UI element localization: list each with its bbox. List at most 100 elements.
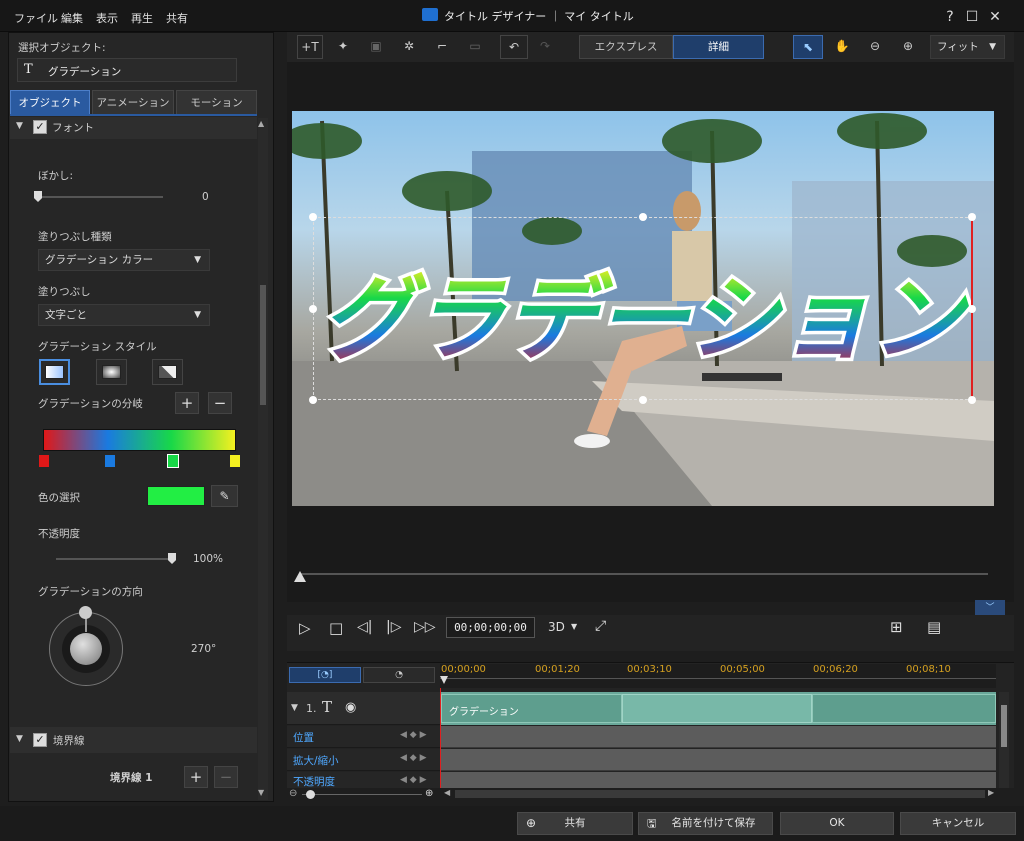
- remove-stop-button[interactable]: −: [208, 392, 232, 414]
- scrub-track[interactable]: [300, 573, 988, 575]
- gradient-stop-red[interactable]: [39, 455, 49, 467]
- resize-handle[interactable]: [639, 213, 647, 221]
- fill-type-select[interactable]: グラデーション カラー ▼: [38, 249, 210, 271]
- resize-handle[interactable]: [968, 305, 976, 313]
- timecode-display[interactable]: 00;00;00;00: [446, 617, 535, 638]
- property-track[interactable]: [441, 726, 996, 748]
- resize-handle[interactable]: [309, 396, 317, 404]
- gradient-style-diagonal-button[interactable]: [152, 359, 183, 385]
- fill-select[interactable]: 文字ごと ▼: [38, 304, 210, 326]
- scroll-right-icon[interactable]: ▶: [988, 788, 994, 797]
- add-border-button[interactable]: +: [184, 766, 208, 788]
- gradient-bar[interactable]: [43, 429, 236, 451]
- next-frame-icon[interactable]: |▷: [386, 619, 401, 635]
- property-opacity-label[interactable]: 不透明度: [293, 774, 335, 789]
- keyframe-nav-icon[interactable]: ◀ ◆ ▶: [400, 730, 427, 740]
- menu-file[interactable]: ファイル: [14, 10, 58, 26]
- selection-box[interactable]: [313, 217, 973, 400]
- clock-icon[interactable]: ◔: [363, 667, 435, 683]
- play-icon[interactable]: ▷: [299, 619, 311, 637]
- resize-handle[interactable]: [309, 213, 317, 221]
- crop-icon[interactable]: ⌐: [429, 35, 455, 59]
- font-section-header[interactable]: [10, 117, 257, 139]
- property-track[interactable]: [441, 772, 996, 788]
- share-button[interactable]: ⊕ 共有: [517, 812, 633, 835]
- property-position-label[interactable]: 位置: [293, 730, 314, 745]
- resize-handle[interactable]: [968, 396, 976, 404]
- undo-icon[interactable]: ↶: [500, 35, 528, 59]
- chevron-down-icon[interactable]: ▼: [571, 622, 577, 631]
- tab-animation[interactable]: アニメーション: [92, 90, 174, 114]
- scroll-thumb[interactable]: [260, 285, 266, 405]
- timeline-hscroll[interactable]: [455, 790, 985, 798]
- safe-zone-icon[interactable]: ⊞: [890, 618, 903, 636]
- direction-dial-knob[interactable]: [70, 633, 102, 665]
- keyframe-nav-icon[interactable]: ◀ ◆ ▶: [400, 775, 427, 785]
- add-stop-button[interactable]: +: [175, 392, 199, 414]
- expand-icon[interactable]: ﹀: [975, 600, 1005, 616]
- add-image-icon[interactable]: ▣: [363, 35, 389, 59]
- zoom-in-icon[interactable]: ⊕: [894, 35, 922, 59]
- scroll-left-icon[interactable]: ◀: [444, 788, 450, 797]
- color-swatch[interactable]: [147, 486, 205, 506]
- resize-handle[interactable]: [968, 213, 976, 221]
- resize-handle[interactable]: [309, 305, 317, 313]
- clip-segment[interactable]: [812, 694, 996, 723]
- gradient-stop-blue[interactable]: [105, 455, 115, 467]
- gradient-style-radial-button[interactable]: [96, 359, 127, 385]
- tab-object[interactable]: オブジェクト: [10, 90, 90, 114]
- menu-view[interactable]: 表示: [96, 10, 118, 26]
- scroll-up-icon[interactable]: ▲: [258, 119, 264, 128]
- gradient-stop-green[interactable]: [167, 454, 179, 468]
- collapse-icon[interactable]: ▼: [16, 121, 23, 131]
- blur-slider-track[interactable]: [38, 196, 163, 198]
- keyframe-nav-icon[interactable]: ◀ ◆ ▶: [400, 753, 427, 763]
- stop-icon[interactable]: □: [329, 619, 343, 637]
- property-scale-label[interactable]: 拡大/縮小: [293, 753, 339, 768]
- cancel-button[interactable]: キャンセル: [900, 812, 1016, 835]
- 3d-mode-label[interactable]: 3D: [548, 620, 565, 634]
- prev-frame-icon[interactable]: ◁|: [357, 619, 372, 635]
- zoom-out-icon[interactable]: ⊖: [861, 35, 889, 59]
- remove-border-button[interactable]: −: [214, 766, 238, 788]
- timeline-vscroll-thumb[interactable]: [1001, 705, 1007, 747]
- fullscreen-icon[interactable]: ⤢: [595, 618, 606, 634]
- panel-scrollbar[interactable]: [258, 118, 268, 800]
- zoom-select[interactable]: フィット ▼: [930, 35, 1005, 59]
- property-track[interactable]: [441, 749, 996, 771]
- timeline-zoom-thumb[interactable]: [306, 790, 315, 799]
- timeline-zoom-track[interactable]: [302, 794, 422, 795]
- border-section-header[interactable]: [10, 727, 257, 753]
- close-icon[interactable]: ✕: [986, 8, 1004, 26]
- ok-button[interactable]: OK: [780, 812, 894, 835]
- add-text-icon[interactable]: +T: [297, 35, 323, 59]
- resize-handle[interactable]: [639, 396, 647, 404]
- scroll-down-icon[interactable]: ▼: [258, 788, 264, 797]
- playhead-icon[interactable]: [440, 676, 448, 684]
- monitor-icon[interactable]: ▤: [927, 618, 941, 636]
- font-checkbox[interactable]: ✓: [33, 120, 47, 134]
- opacity-slider-track[interactable]: [56, 558, 172, 560]
- hand-tool-icon[interactable]: ✋: [828, 35, 856, 59]
- fast-forward-icon[interactable]: ▷▷: [414, 619, 436, 635]
- eyedropper-icon[interactable]: ✎: [211, 485, 238, 507]
- redo-icon[interactable]: ↷: [531, 35, 559, 59]
- help-icon[interactable]: ?: [941, 8, 959, 26]
- gradient-stop-yellow[interactable]: [230, 455, 240, 467]
- timeline-view-button[interactable]: [◔]: [289, 667, 361, 683]
- scrub-thumb[interactable]: [294, 571, 306, 582]
- collapse-icon[interactable]: ▼: [16, 734, 23, 744]
- add-particle-icon[interactable]: ✦: [330, 35, 356, 59]
- mode-detail-button[interactable]: 詳細: [673, 35, 764, 59]
- tab-motion[interactable]: モーション: [176, 90, 257, 114]
- menu-edit[interactable]: 編集: [61, 10, 83, 26]
- gradient-style-linear-button[interactable]: [39, 359, 70, 385]
- direction-dial-handle[interactable]: [79, 606, 92, 619]
- border-checkbox[interactable]: ✓: [33, 733, 47, 747]
- zoom-in-icon[interactable]: ⊕: [425, 788, 433, 799]
- mode-express-button[interactable]: エクスプレス: [579, 35, 673, 59]
- collapse-icon[interactable]: ▼: [291, 703, 298, 713]
- select-tool-icon[interactable]: ⬉: [793, 35, 823, 59]
- menu-share[interactable]: 共有: [166, 10, 188, 26]
- preview-canvas[interactable]: グラデーション: [292, 111, 994, 506]
